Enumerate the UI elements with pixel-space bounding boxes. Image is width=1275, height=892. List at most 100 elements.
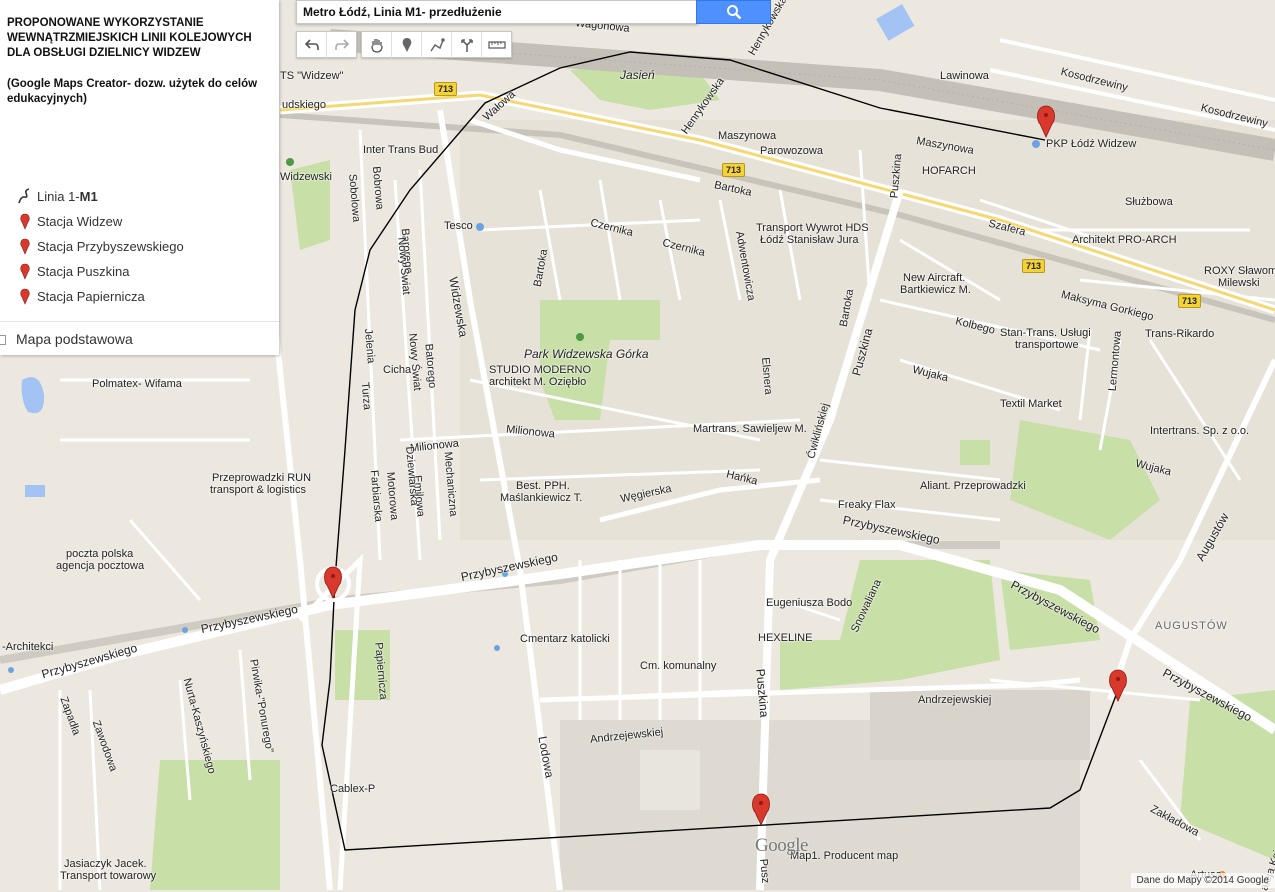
hand-icon [370,39,383,53]
place-label: Intertrans. Sp. z o.o. [1150,425,1250,437]
place-label: Stan-Trans. Usługi [1000,327,1091,339]
map-title[interactable]: PROPONOWANE WYKORZYSTANIE WEWNĄTRZMIEJSK… [7,16,272,61]
ruler-icon [487,41,506,49]
basemap-toggle[interactable]: Mapa podstawowa [0,321,279,356]
place-label: agencja pocztowa [56,560,145,572]
street-label: Pusz [757,858,772,884]
place-label: -Architekci [2,641,54,653]
station-label: PKP Łódź Widzew [1046,138,1137,150]
place-label: Milewski [1218,277,1260,289]
place-label: Łódź Stanisław Jura [760,234,859,246]
draw-line-button[interactable] [422,32,452,58]
place-label: Transport Wywrot HDS [756,222,869,234]
redo-icon [334,39,349,50]
place-label: Tesco [444,220,473,232]
place-label: Trans-Rikardo [1145,328,1215,340]
marker-icon [16,237,34,255]
place-label: Inter Trans Bud [363,144,439,156]
place-label: Cm. komunalny [640,660,717,672]
place-label: Best. PPH. [516,480,570,492]
place-label: HEXELINE [758,632,813,644]
redo-button[interactable] [327,32,356,58]
directions-button[interactable] [452,32,482,58]
map-data-attribution[interactable]: Dane do Mapy ©2014 Google [1130,873,1275,888]
park-label: Park Widzewska Górka [524,347,649,361]
place-label: Widzewski [280,171,332,183]
route-713-badge: 713 [434,82,458,96]
place-label: STUDIO MODERNO [489,364,592,376]
marker-icon [16,262,34,280]
marker-icon [16,287,34,305]
street-label: Parowozowa [760,145,823,157]
district-label: Jasień [620,68,655,82]
layer-label: Stacja Widzew [37,213,123,229]
layer-item-stacja-puszkina[interactable]: Stacja Puszkina [16,262,130,280]
place-label: Martrans. Sawieljew M. [693,423,807,435]
marker-icon [402,38,411,52]
history-group [296,31,357,58]
search-button[interactable] [696,0,771,24]
route-713-badge: 713 [1022,259,1046,273]
legend-panel: PROPONOWANE WYKORZYSTANIE WEWNĄTRZMIEJSK… [0,0,279,355]
street-label: Eugeniusza Bodo [766,597,853,609]
checkbox-icon[interactable] [0,335,6,345]
search-input[interactable] [297,1,699,23]
place-label: architekt M. Oziębło [489,376,587,388]
place-label: poczta polska [66,548,134,560]
layer-label: Stacja Przybyszewskiego [37,238,184,254]
route-713-badge: 713 [1178,294,1202,308]
poi-icon [1032,140,1040,148]
place-label: Architekt PRO-ARCH [1072,234,1177,246]
undo-button[interactable] [297,32,327,58]
layer-label-bold: M1 [79,188,98,204]
layer-item-linia-m1[interactable]: Linia 1- M1 [16,187,98,205]
street-label: Turza [358,381,374,411]
place-label: Freaky Flax [838,499,896,511]
place-label: Cmentarz katolicki [520,633,610,645]
place-label: New Aircraft. [903,272,966,284]
pan-tool-button[interactable] [362,32,392,58]
layer-item-stacja-widzew[interactable]: Stacja Widzew [16,212,122,230]
street-label: udskiego [282,99,327,111]
polyline-icon [429,38,445,52]
layer-item-stacja-papiernicza[interactable]: Stacja Papiernicza [16,287,145,305]
poi-icon [494,645,500,651]
street-label: Cicha [383,364,412,376]
place-label: TS "Widzew" [280,70,344,82]
place-label: Maślankiewicz T. [500,492,583,504]
poi-icon [286,158,294,166]
place-label: Przeprowadzki RUN [212,472,312,484]
place-label: Bartkiewicz M. [900,284,971,296]
place-label: Jasiaczyk Jacek. [64,858,147,870]
place-label: ROXY Sławomir [1204,265,1275,277]
route-icon [460,39,473,52]
search-box[interactable] [296,0,699,24]
tools-group [361,31,512,58]
water-area [25,485,45,497]
route-713-badge: 713 [722,163,746,177]
poi-icon [8,667,14,673]
poi-icon [476,223,484,231]
undo-icon [304,39,319,50]
measure-button[interactable] [482,32,511,58]
place-label: transport & logistics [210,484,306,496]
place-label: Polmatex- Wifama [92,378,182,390]
add-marker-button[interactable] [392,32,422,58]
layer-label: Stacja Papiernicza [37,288,145,304]
google-logo: Google [755,835,808,856]
street-label: Andrzejewskiej [918,694,992,706]
layer-item-stacja-przybyszewskiego[interactable]: Stacja Przybyszewskiego [16,237,184,255]
map-toolbar [296,31,512,58]
poi-icon [576,333,584,341]
place-label: transportowe [1015,339,1079,351]
park-area [960,440,990,465]
layer-label: Stacja Puszkina [37,263,130,279]
search-icon [726,5,741,20]
street-label: Służbowa [1125,196,1173,208]
layer-label: Linia 1- [37,188,80,204]
basemap-label: Mapa podstawowa [16,331,133,347]
park-area [150,760,280,890]
place-label: Textil Market [1000,398,1062,410]
poi-icon [182,627,188,633]
map-description[interactable]: (Google Maps Creator- dozw. użytek do ce… [7,77,275,107]
